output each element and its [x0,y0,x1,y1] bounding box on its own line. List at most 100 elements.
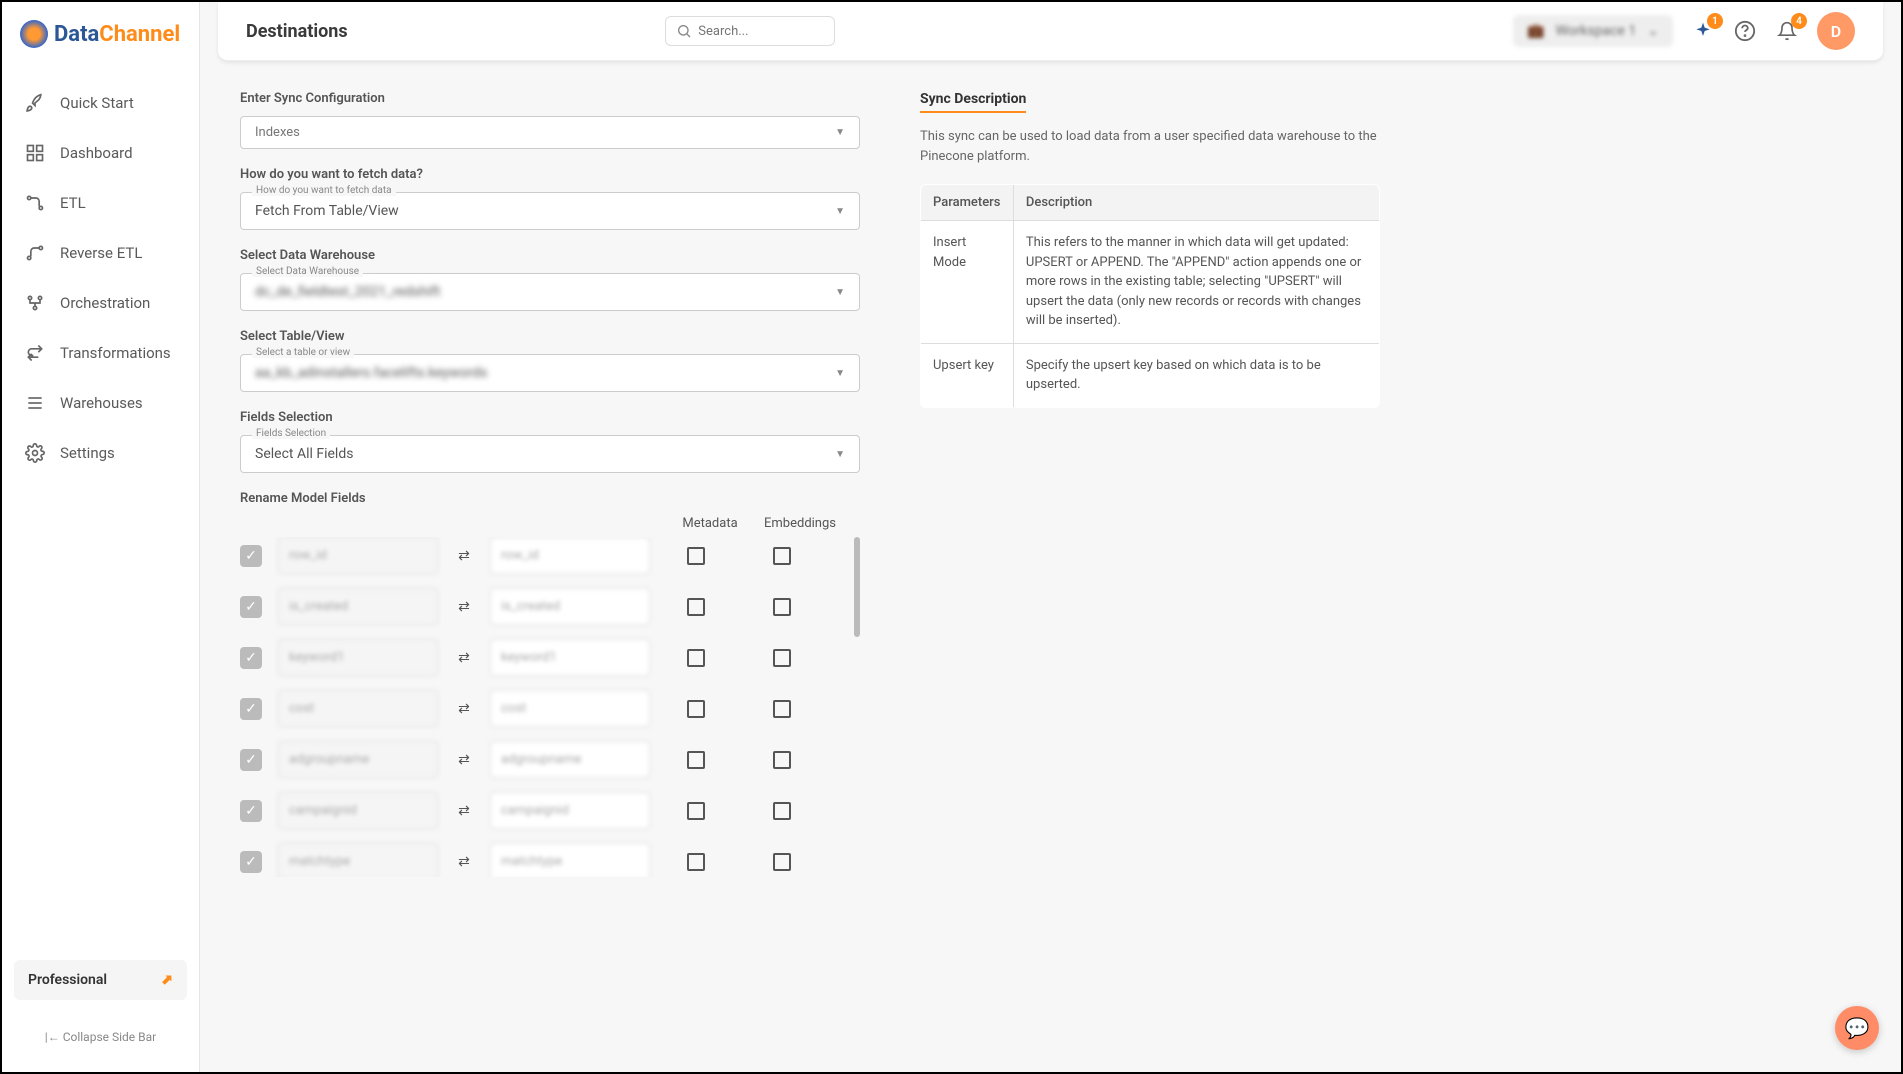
rename-label: Rename Model Fields [240,491,860,506]
row-checkbox[interactable]: ✓ [240,749,262,771]
sync-desc-title: Sync Description [920,91,1026,113]
metadata-checkbox[interactable] [687,751,705,769]
workspace-selector[interactable]: 💼 Workspace 1 ⌄ [1513,15,1673,47]
row-checkbox[interactable]: ✓ [240,698,262,720]
chat-icon: 💬 [1845,1016,1870,1040]
collapse-sidebar-button[interactable]: |← Collapse Side Bar [14,1030,187,1054]
source-field[interactable]: matchtype [278,843,438,877]
sidebar-item-settings[interactable]: Settings [2,428,199,478]
plan-badge[interactable]: Professional ⬈ [14,960,187,1000]
logo-text-1: Data [54,22,99,47]
param-name: Insert Mode [921,221,1014,344]
table-select[interactable]: aa_kb_adinstallers.facelifts.keywords ▼ [240,354,860,392]
param-table: Parameters Description Insert ModeThis r… [920,184,1380,408]
briefcase-icon: 💼 [1527,23,1544,39]
indexes-select[interactable]: Indexes ▼ [240,116,860,149]
dw-select[interactable]: dc_de_fieldtest_2021_redshift ▼ [240,273,860,311]
sync-desc-text: This sync can be used to load data from … [920,127,1380,166]
fetch-value: Fetch From Table/View [255,203,399,219]
collapse-label: Collapse Side Bar [63,1030,157,1044]
flow-icon [24,192,46,214]
source-field[interactable]: is_created [278,588,438,625]
fields-label: Fields Selection [240,410,860,425]
field-rows: ✓ row_id ⇄ row_id ✓ is_created ⇄ is_created ✓ key… [240,537,860,877]
target-field[interactable]: keyword1 [490,639,650,676]
scrollbar[interactable] [854,537,860,637]
source-field[interactable]: keyword1 [278,639,438,676]
sidebar-item-transformations[interactable]: Transformations [2,328,199,378]
sidebar-item-orchestration[interactable]: Orchestration [2,278,199,328]
sidebar-item-etl[interactable]: ETL [2,178,199,228]
fetch-select[interactable]: Fetch From Table/View ▼ [240,192,860,230]
chevron-down-icon: ⌄ [1647,23,1659,39]
sidebar-item-label: Dashboard [60,144,133,162]
row-checkbox[interactable]: ✓ [240,596,262,618]
field-row: ✓is_created⇄is_created [240,588,848,625]
sidebar-item-dashboard[interactable]: Dashboard [2,128,199,178]
chevron-down-icon: ▼ [835,206,845,217]
transform-icon [24,342,46,364]
search-input[interactable] [698,24,824,39]
grid-icon [24,142,46,164]
swap-icon: ⇄ [454,701,474,717]
dw-float-label: Select Data Warehouse [252,266,363,277]
fields-select[interactable]: Select All Fields ▼ [240,435,860,473]
table-label: Select Table/View [240,329,860,344]
row-checkbox[interactable]: ✓ [240,647,262,669]
embeddings-checkbox[interactable] [773,598,791,616]
chat-fab[interactable]: 💬 [1835,1006,1879,1050]
row-checkbox[interactable]: ✓ [240,800,262,822]
sparkle-button[interactable]: 1 [1691,19,1715,43]
metadata-checkbox[interactable] [687,700,705,718]
target-field[interactable]: matchtype [490,843,650,877]
rocket-icon [24,92,46,114]
target-field[interactable]: row_id [490,537,650,574]
embeddings-checkbox[interactable] [773,649,791,667]
gear-icon [24,442,46,464]
metadata-checkbox[interactable] [687,649,705,667]
metadata-checkbox[interactable] [687,598,705,616]
logo: DataChannel [2,20,199,68]
field-row: ✓ campaignid ⇄ campaignid [240,792,848,829]
param-row: Insert ModeThis refers to the manner in … [921,221,1380,344]
metadata-checkbox[interactable] [687,802,705,820]
avatar-initial: D [1831,22,1841,41]
embeddings-checkbox[interactable] [773,751,791,769]
source-field[interactable]: adgroupname [278,741,438,778]
sidebar-item-label: Orchestration [60,294,150,312]
bell-badge: 4 [1791,13,1807,29]
embeddings-checkbox[interactable] [773,700,791,718]
swap-icon: ⇄ [454,803,474,819]
metadata-checkbox[interactable] [687,547,705,565]
source-field[interactable]: campaignid [278,792,438,829]
chevron-down-icon: ▼ [835,368,845,379]
avatar[interactable]: D [1817,12,1855,50]
workspace-name: Workspace 1 [1555,23,1636,39]
sidebar-item-warehouses[interactable]: Warehouses [2,378,199,428]
dw-value: dc_de_fieldtest_2021_redshift [255,284,440,300]
chevron-down-icon: ▼ [835,287,845,298]
target-field[interactable]: campaignid [490,792,650,829]
external-link-icon: ⬈ [161,972,173,988]
source-field[interactable]: cost [278,690,438,727]
target-field[interactable]: adgroupname [490,741,650,778]
search-box[interactable] [665,16,835,46]
source-field[interactable]: row_id [278,537,438,574]
bell-button[interactable]: 4 [1775,19,1799,43]
embeddings-checkbox[interactable] [773,853,791,871]
target-field[interactable]: is_created [490,588,650,625]
embeddings-checkbox[interactable] [773,802,791,820]
sidebar-item-quickstart[interactable]: Quick Start [2,78,199,128]
row-checkbox[interactable]: ✓ [240,851,262,873]
topbar: Destinations 💼 Workspace 1 ⌄ 1 [218,2,1883,61]
metadata-checkbox[interactable] [687,853,705,871]
sidebar-item-reverse-etl[interactable]: Reverse ETL [2,228,199,278]
embeddings-checkbox[interactable] [773,547,791,565]
fields-value: Select All Fields [255,446,353,462]
param-desc: Specify the upsert key based on which da… [1013,343,1379,407]
target-field[interactable]: cost [490,690,650,727]
row-checkbox[interactable]: ✓ [240,545,262,567]
param-desc: This refers to the manner in which data … [1013,221,1379,344]
embeddings-header: Embeddings [760,516,840,531]
help-button[interactable] [1733,19,1757,43]
